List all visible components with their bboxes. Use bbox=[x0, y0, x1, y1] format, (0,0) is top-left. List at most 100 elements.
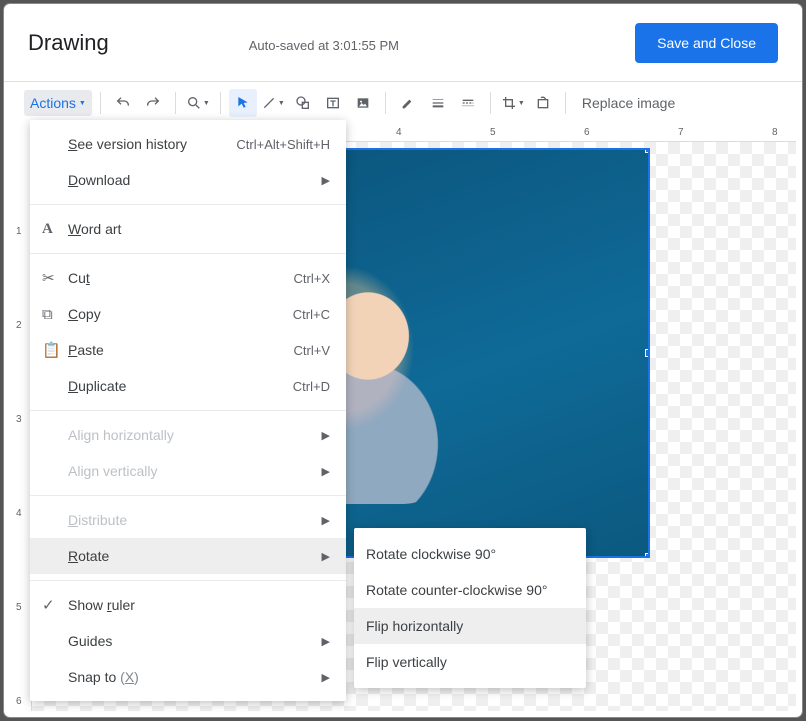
submenu-arrow-icon: ▶ bbox=[322, 465, 330, 478]
resize-handle-mr[interactable] bbox=[645, 349, 650, 357]
zoom-button[interactable]: ▼ bbox=[184, 89, 212, 117]
undo-icon bbox=[115, 95, 131, 111]
menu-shortcut: Ctrl+C bbox=[293, 307, 330, 322]
resize-handle-tr[interactable] bbox=[645, 148, 650, 153]
rotate-submenu: Rotate clockwise 90° Rotate counter-cloc… bbox=[354, 528, 586, 688]
chevron-down-icon: ▼ bbox=[79, 100, 86, 107]
menu-label: Copy bbox=[68, 306, 293, 322]
menu-duplicate[interactable]: Duplicate Ctrl+D bbox=[30, 368, 346, 404]
ruler-tick: 6 bbox=[584, 127, 590, 138]
menu-see-history[interactable]: See version history Ctrl+Alt+Shift+H bbox=[30, 126, 346, 162]
select-tool-button[interactable] bbox=[229, 89, 257, 117]
menu-cut[interactable]: ✂ Cut Ctrl+X bbox=[30, 260, 346, 296]
menu-label: Rotate counter-clockwise 90° bbox=[366, 582, 570, 598]
menu-label: Rotate bbox=[68, 548, 322, 564]
submenu-arrow-icon: ▶ bbox=[322, 514, 330, 527]
toolbar: Actions▼ ▼ ▼ ▼ Replace image bbox=[4, 82, 802, 124]
menu-label: Snap to (X) bbox=[68, 669, 322, 685]
menu-label: Download bbox=[68, 172, 322, 188]
menu-label: Cut bbox=[68, 270, 294, 286]
ruler-tick: 1 bbox=[16, 226, 22, 237]
cursor-icon bbox=[235, 95, 251, 111]
ruler-tick: 2 bbox=[16, 320, 22, 331]
image-tool-button[interactable] bbox=[349, 89, 377, 117]
zoom-icon bbox=[186, 95, 202, 111]
separator bbox=[385, 92, 386, 114]
textbox-tool-button[interactable] bbox=[319, 89, 347, 117]
separator bbox=[565, 92, 566, 114]
submenu-rotate-ccw[interactable]: Rotate counter-clockwise 90° bbox=[354, 572, 586, 608]
drawing-dialog: Drawing Auto-saved at 3:01:55 PM Save an… bbox=[4, 4, 802, 717]
save-and-close-button[interactable]: Save and Close bbox=[635, 23, 778, 63]
menu-rotate[interactable]: Rotate ▶ bbox=[30, 538, 346, 574]
menu-label: Paste bbox=[68, 342, 294, 358]
menu-label: Guides bbox=[68, 633, 322, 649]
menu-label: Align horizontally bbox=[68, 427, 322, 443]
menu-align-vertical: Align vertically ▶ bbox=[30, 453, 346, 489]
ruler-tick: 5 bbox=[490, 127, 496, 138]
line-tool-button[interactable]: ▼ bbox=[259, 89, 287, 117]
copy-icon: ⧉ bbox=[42, 306, 68, 323]
replace-image-button[interactable]: Replace image bbox=[574, 89, 683, 117]
resize-handle-br[interactable] bbox=[645, 553, 650, 558]
menu-label: Show ruler bbox=[68, 597, 330, 613]
menu-align-horizontal: Align horizontally ▶ bbox=[30, 417, 346, 453]
submenu-arrow-icon: ▶ bbox=[322, 429, 330, 442]
menu-label: Rotate clockwise 90° bbox=[366, 546, 570, 562]
submenu-rotate-cw[interactable]: Rotate clockwise 90° bbox=[354, 536, 586, 572]
separator bbox=[490, 92, 491, 114]
menu-label: Align vertically bbox=[68, 463, 322, 479]
menu-download[interactable]: Download ▶ bbox=[30, 162, 346, 198]
line-icon bbox=[261, 95, 277, 111]
submenu-flip-horizontal[interactable]: Flip horizontally bbox=[354, 608, 586, 644]
ruler-tick: 4 bbox=[16, 508, 22, 519]
shape-icon bbox=[295, 95, 311, 111]
word-art-icon: A bbox=[42, 220, 68, 238]
actions-menu-button[interactable]: Actions▼ bbox=[24, 90, 92, 116]
header-left: Drawing Auto-saved at 3:01:55 PM bbox=[28, 30, 399, 56]
menu-word-art[interactable]: A Word art bbox=[30, 211, 346, 247]
border-dash-icon bbox=[460, 95, 476, 111]
ruler-tick: 3 bbox=[16, 414, 22, 425]
redo-button[interactable] bbox=[139, 89, 167, 117]
ruler-tick: 6 bbox=[16, 696, 22, 707]
crop-button[interactable]: ▼ bbox=[499, 89, 527, 117]
submenu-arrow-icon: ▶ bbox=[322, 635, 330, 648]
menu-separator bbox=[30, 410, 346, 411]
border-weight-button[interactable] bbox=[424, 89, 452, 117]
menu-guides[interactable]: Guides ▶ bbox=[30, 623, 346, 659]
menu-label: Flip vertically bbox=[366, 654, 570, 670]
menu-copy[interactable]: ⧉ Copy Ctrl+C bbox=[30, 296, 346, 332]
menu-show-ruler[interactable]: ✓ Show ruler bbox=[30, 587, 346, 623]
separator bbox=[220, 92, 221, 114]
textbox-icon bbox=[325, 95, 341, 111]
submenu-arrow-icon: ▶ bbox=[322, 671, 330, 684]
menu-label: See version history bbox=[68, 136, 236, 152]
pencil-icon bbox=[400, 95, 416, 111]
dialog-title: Drawing bbox=[28, 30, 109, 56]
menu-snap-to[interactable]: Snap to (X) ▶ bbox=[30, 659, 346, 695]
menu-paste[interactable]: 📋 Paste Ctrl+V bbox=[30, 332, 346, 368]
actions-menu: See version history Ctrl+Alt+Shift+H Dow… bbox=[30, 120, 346, 701]
shape-tool-button[interactable] bbox=[289, 89, 317, 117]
submenu-arrow-icon: ▶ bbox=[322, 550, 330, 563]
menu-shortcut: Ctrl+Alt+Shift+H bbox=[236, 137, 330, 152]
ruler-vertical: 1 2 3 4 5 6 bbox=[10, 142, 32, 711]
dialog-header: Drawing Auto-saved at 3:01:55 PM Save an… bbox=[4, 4, 802, 82]
checkmark-icon: ✓ bbox=[42, 596, 68, 614]
ruler-tick: 8 bbox=[772, 127, 778, 138]
ruler-tick: 5 bbox=[16, 602, 22, 613]
menu-shortcut: Ctrl+V bbox=[294, 343, 330, 358]
actions-label: Actions bbox=[30, 95, 76, 111]
autosave-status: Auto-saved at 3:01:55 PM bbox=[249, 38, 399, 53]
separator bbox=[100, 92, 101, 114]
undo-button[interactable] bbox=[109, 89, 137, 117]
menu-label: Distribute bbox=[68, 512, 322, 528]
ruler-tick: 4 bbox=[396, 127, 402, 138]
submenu-flip-vertical[interactable]: Flip vertically bbox=[354, 644, 586, 680]
reset-image-icon bbox=[535, 95, 551, 111]
submenu-arrow-icon: ▶ bbox=[322, 174, 330, 187]
border-dash-button[interactable] bbox=[454, 89, 482, 117]
reset-image-button[interactable] bbox=[529, 89, 557, 117]
border-color-button[interactable] bbox=[394, 89, 422, 117]
